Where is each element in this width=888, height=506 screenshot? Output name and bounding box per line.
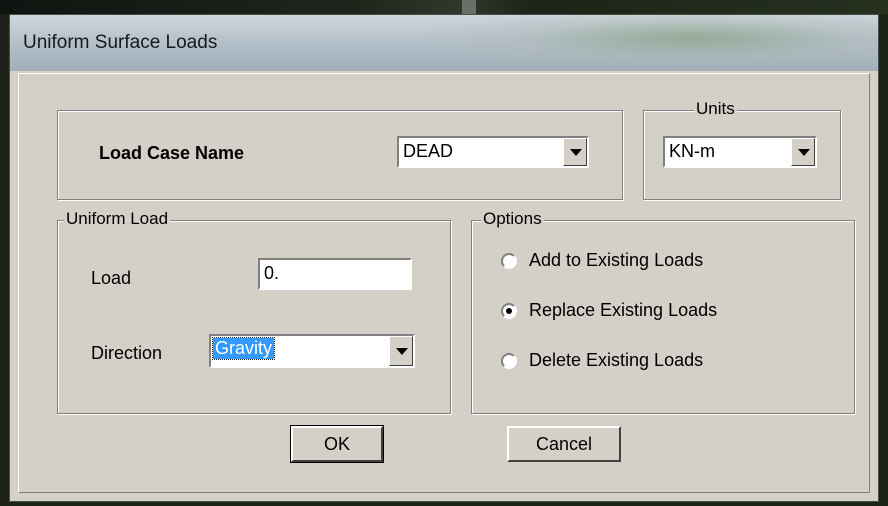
uniform-surface-loads-dialog: Uniform Surface Loads Load Case Name DEA… — [9, 14, 879, 502]
title-bar[interactable]: Uniform Surface Loads — [10, 15, 878, 71]
option-replace-existing[interactable]: Replace Existing Loads — [501, 300, 821, 324]
radio-button[interactable] — [501, 253, 517, 269]
radio-dot-icon — [506, 308, 512, 314]
option-label: Add to Existing Loads — [529, 250, 704, 270]
load-case-select[interactable]: DEAD — [397, 136, 589, 168]
load-input-value: 0. — [264, 263, 280, 283]
chevron-down-icon — [570, 149, 582, 156]
desktop-background — [0, 0, 888, 14]
units-select[interactable]: KN-m — [663, 136, 817, 168]
load-label: Load — [91, 268, 132, 288]
radio-button-selected[interactable] — [501, 303, 517, 319]
option-label: Replace Existing Loads — [529, 300, 718, 320]
direction-label: Direction — [91, 343, 163, 363]
direction-select[interactable]: Gravity — [209, 334, 415, 368]
load-input[interactable]: 0. — [258, 258, 412, 290]
radio-button[interactable] — [501, 353, 517, 369]
direction-dropdown-button[interactable] — [389, 336, 413, 366]
units-value: KN-m — [669, 141, 715, 161]
title-bar-glass — [410, 15, 878, 71]
dialog-title: Uniform Surface Loads — [23, 32, 218, 53]
uniform-load-group — [57, 220, 451, 414]
load-case-dropdown-button[interactable] — [563, 138, 587, 166]
ok-button[interactable]: OK — [290, 425, 384, 463]
cancel-button[interactable]: Cancel — [507, 426, 621, 462]
option-label: Delete Existing Loads — [529, 350, 704, 370]
option-delete-existing[interactable]: Delete Existing Loads — [501, 350, 821, 374]
uniform-load-legend: Uniform Load — [64, 209, 171, 228]
options-legend: Options — [481, 209, 544, 228]
chevron-down-icon — [396, 348, 408, 355]
dialog-client-area: Load Case Name DEAD Units KN-m Uniform L… — [18, 73, 870, 493]
units-legend: Units — [694, 99, 737, 118]
units-dropdown-button[interactable] — [791, 138, 815, 166]
desktop-background-stripe — [462, 0, 476, 14]
option-add-to-existing[interactable]: Add to Existing Loads — [501, 250, 821, 274]
load-case-value: DEAD — [403, 141, 454, 161]
load-case-name-label: Load Case Name — [99, 143, 245, 163]
chevron-down-icon — [798, 149, 810, 156]
direction-value: Gravity — [211, 337, 276, 360]
